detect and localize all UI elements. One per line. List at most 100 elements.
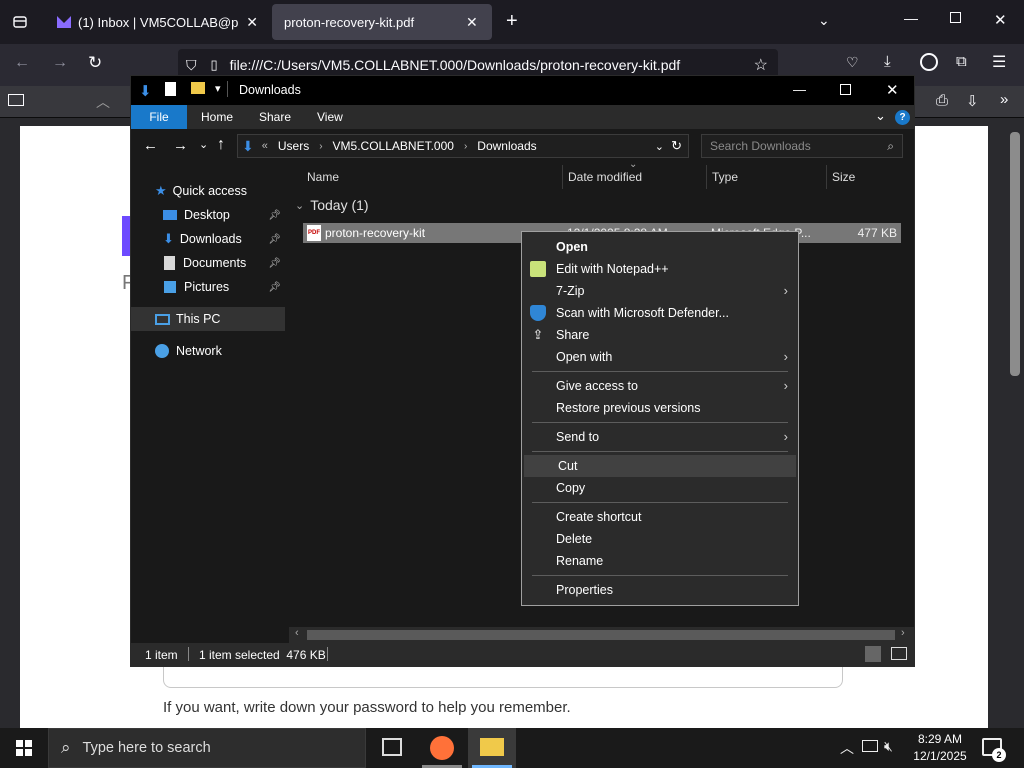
chevron-up-icon[interactable]: ︿ [840, 738, 854, 758]
scrollbar-thumb[interactable] [307, 630, 895, 640]
firefox-icon[interactable] [430, 736, 454, 760]
tab-home[interactable]: Home [201, 110, 233, 124]
tab-pdf[interactable]: proton-recovery-kit.pdf ✕ [272, 4, 492, 40]
reload-icon[interactable]: ↻ [88, 53, 102, 73]
menu-item-open-with[interactable]: Open with › [522, 346, 798, 368]
search-placeholder[interactable]: Search Downloads [710, 139, 811, 153]
search-box[interactable]: Search Downloads ⌕ [701, 134, 903, 158]
column-divider[interactable] [562, 165, 563, 189]
file-name[interactable]: proton-recovery-kit [325, 226, 425, 240]
url-text[interactable]: file:///C:/Users/VM5.COLLABNET.000/Downl… [230, 57, 681, 73]
pdf-scrollbar[interactable] [1008, 118, 1024, 728]
scroll-right-icon[interactable]: › [901, 627, 905, 639]
horizontal-scrollbar[interactable]: ‹ › [289, 627, 914, 643]
recent-locations-icon[interactable]: ⌄ [199, 138, 208, 151]
clock-time[interactable]: 8:29 AM [912, 732, 968, 746]
new-tab-icon[interactable]: + [506, 10, 518, 33]
menu-item-give-access[interactable]: Give access to › [522, 375, 798, 397]
close-icon[interactable]: ✕ [886, 81, 899, 99]
scrollbar-thumb[interactable] [1010, 132, 1020, 376]
nav-network[interactable]: Network [131, 339, 285, 363]
chevron-down-icon[interactable]: ⌄ [818, 12, 830, 29]
forward-icon[interactable]: → [52, 54, 68, 72]
address-history-icon[interactable]: ⌄ [655, 140, 664, 153]
task-view-icon[interactable] [382, 738, 402, 756]
properties-icon[interactable] [165, 82, 176, 96]
quick-access-toolbar-icon[interactable]: ▾ [215, 82, 221, 95]
nav-downloads[interactable]: ⬇ Downloads 📌︎ [131, 227, 285, 251]
volume-muted-icon[interactable]: 🔇︎ [884, 738, 893, 755]
tab-close-icon[interactable]: ✕ [246, 14, 258, 31]
menu-item-rename[interactable]: Rename [522, 550, 798, 572]
nav-quick-access[interactable]: ★ Quick access [131, 179, 285, 203]
menu-item-share[interactable]: ⇪ Share [522, 324, 798, 346]
menu-item-copy[interactable]: Copy [522, 477, 798, 499]
pocket-icon[interactable]: ♡ [846, 54, 859, 71]
menu-item-delete[interactable]: Delete [522, 528, 798, 550]
file-explorer-taskbar-button[interactable] [468, 728, 516, 768]
nav-desktop[interactable]: Desktop 📌︎ [131, 203, 285, 227]
shield-icon[interactable]: ⛉ [186, 57, 197, 74]
details-view-icon[interactable] [865, 646, 881, 662]
menu-item-edit-notepad[interactable]: Edit with Notepad++ [522, 258, 798, 280]
maximize-icon[interactable] [840, 84, 851, 95]
column-date[interactable]: Date modified [568, 170, 642, 184]
menu-item-defender-scan[interactable]: Scan with Microsoft Defender... [522, 302, 798, 324]
sidebar-toggle-icon[interactable] [8, 94, 24, 106]
bookmark-star-icon[interactable]: ☆ [754, 55, 768, 75]
minimize-icon[interactable]: — [904, 10, 918, 26]
breadcrumb-profile[interactable]: VM5.COLLABNET.000 [333, 139, 454, 153]
tab-close-icon[interactable]: ✕ [466, 14, 478, 31]
chevron-up-icon[interactable]: ︿ [96, 92, 110, 112]
new-folder-icon[interactable] [191, 82, 205, 94]
nav-pictures[interactable]: Pictures 📌︎ [131, 275, 285, 299]
menu-item-restore-versions[interactable]: Restore previous versions [522, 397, 798, 419]
tab-inbox[interactable]: (1) Inbox | VM5COLLAB@proto ✕ [44, 4, 270, 40]
menu-item-send-to[interactable]: Send to › [522, 426, 798, 448]
column-name[interactable]: Name [307, 170, 339, 184]
refresh-icon[interactable]: ↻ [671, 138, 682, 154]
more-tools-icon[interactable]: » [1000, 91, 1008, 108]
nav-this-pc[interactable]: This PC [131, 307, 285, 331]
scroll-left-icon[interactable]: ‹ [295, 627, 299, 639]
menu-item-create-shortcut[interactable]: Create shortcut [522, 506, 798, 528]
save-icon[interactable]: ⇩ [966, 92, 979, 110]
taskbar-search-placeholder[interactable]: Type here to search [83, 740, 211, 756]
breadcrumb-overflow[interactable]: « [262, 140, 268, 152]
group-header-today[interactable]: ⌄ Today (1) [295, 197, 369, 213]
address-bar[interactable]: ⬇ « Users › VM5.COLLABNET.000 › Download… [237, 134, 689, 158]
nav-documents[interactable]: Documents 📌︎ [131, 251, 285, 275]
menu-item-open[interactable]: Open [522, 236, 798, 258]
breadcrumb-users[interactable]: Users [278, 139, 309, 153]
ribbon-expand-icon[interactable]: ⌄ [875, 108, 886, 124]
close-icon[interactable]: ✕ [994, 11, 1007, 29]
large-icons-view-icon[interactable] [891, 647, 907, 660]
network-status-icon[interactable] [862, 740, 878, 752]
column-size[interactable]: Size [832, 170, 855, 184]
taskbar-search[interactable]: ⌕ Type here to search [48, 728, 366, 768]
clock-date[interactable]: 12/1/2025 [910, 749, 970, 763]
windows-start-icon[interactable] [16, 740, 32, 756]
help-icon[interactable]: ? [895, 110, 910, 125]
breadcrumb-downloads[interactable]: Downloads [477, 139, 536, 153]
menu-item-properties[interactable]: Properties [522, 579, 798, 601]
extensions-icon[interactable]: ⧉ [956, 53, 967, 70]
back-icon[interactable]: ← [143, 137, 158, 154]
restore-icon[interactable] [950, 12, 961, 23]
minimize-icon[interactable]: — [793, 82, 806, 97]
download-icon[interactable]: ⤓ [884, 53, 891, 70]
forward-icon[interactable]: → [173, 137, 188, 154]
tab-list-icon[interactable] [10, 12, 30, 32]
column-type[interactable]: Type [712, 170, 738, 184]
column-divider[interactable] [706, 165, 707, 189]
tab-view[interactable]: View [317, 110, 343, 124]
menu-icon[interactable]: ☰ [992, 52, 1006, 72]
menu-item-7zip[interactable]: 7-Zip › [522, 280, 798, 302]
tab-file[interactable]: File [131, 105, 187, 129]
back-icon[interactable]: ← [14, 54, 30, 72]
up-icon[interactable]: ↑ [217, 136, 225, 154]
menu-item-cut[interactable]: Cut [524, 455, 796, 477]
print-icon[interactable]: ⎙ [936, 92, 948, 109]
column-divider[interactable] [826, 165, 827, 189]
search-icon[interactable]: ⌕ [887, 139, 894, 154]
